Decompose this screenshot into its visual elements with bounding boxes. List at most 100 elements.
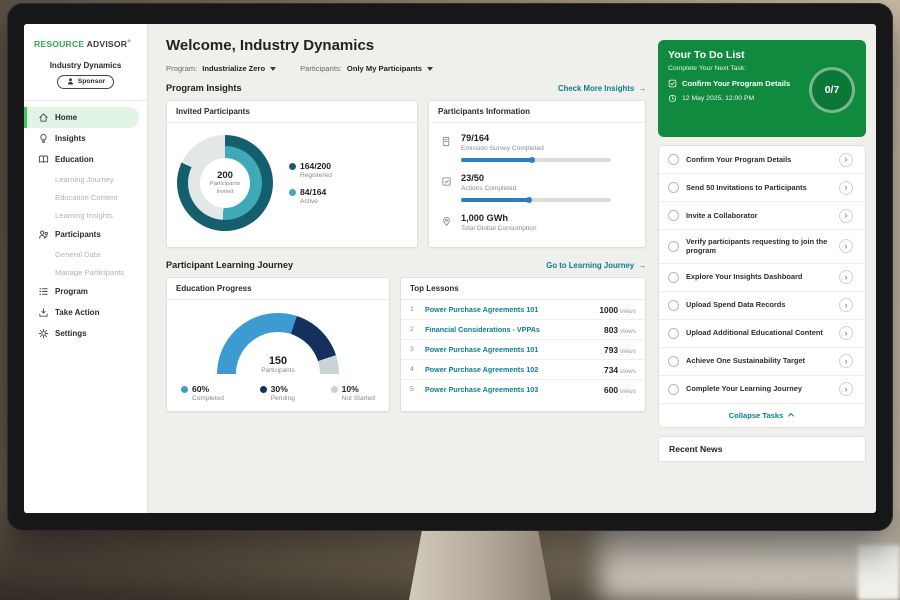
sidebar-item-general-data[interactable]: General Data	[24, 245, 147, 263]
lesson-link[interactable]: Power Purchase Agreements 101	[425, 305, 592, 314]
donut-center-value: 200	[217, 170, 233, 181]
chevron-right-icon[interactable]: ›	[839, 239, 853, 253]
chevron-right-icon[interactable]: ›	[839, 326, 853, 340]
task-row-send-invitations[interactable]: Send 50 Invitations to Participants ›	[659, 174, 865, 202]
task-row-achieve-target[interactable]: Achieve One Sustainability Target ›	[659, 348, 865, 376]
task-checkbox[interactable]	[668, 154, 679, 165]
lesson-row[interactable]: 2 Financial Considerations - VPPAs 803vi…	[401, 320, 645, 340]
task-row-explore-insights[interactable]: Explore Your Insights Dashboard ›	[659, 264, 865, 292]
sidebar-item-insights[interactable]: Insights	[24, 128, 147, 149]
clock-icon	[668, 94, 677, 103]
sidebar-item-participants[interactable]: Participants	[24, 224, 147, 245]
top-lessons-card: Top Lessons 1 Power Purchase Agreements …	[400, 277, 646, 412]
task-row-complete-learning-journey[interactable]: Complete Your Learning Journey ›	[659, 376, 865, 404]
monitor-frame: RESOURCE ADVISOR+ Industry Dynamics Spon…	[7, 3, 893, 531]
sidebar-item-label: Insights	[55, 134, 86, 143]
check-more-insights-link[interactable]: Check More Insights →	[558, 84, 646, 93]
collapse-tasks-button[interactable]: Collapse Tasks	[659, 404, 865, 427]
sidebar-item-take-action[interactable]: Take Action	[24, 302, 147, 323]
lightbulb-icon	[38, 133, 49, 144]
section-title: Participant Learning Journey	[166, 260, 293, 270]
sidebar-item-settings[interactable]: Settings	[24, 323, 147, 344]
monitor-stand	[409, 531, 551, 600]
org-block: Industry Dynamics Sponsor	[24, 58, 147, 102]
book-icon	[38, 154, 49, 165]
logo-text-secondary: ADVISOR	[87, 39, 128, 49]
participants-select[interactable]: Only My Participants	[347, 64, 433, 73]
card-title: Participants Information	[429, 101, 645, 123]
task-checkbox[interactable]	[668, 272, 679, 283]
lesson-link[interactable]: Power Purchase Agreements 101	[425, 345, 597, 354]
chevron-right-icon[interactable]: ›	[839, 270, 853, 284]
arrow-right-icon: →	[638, 261, 646, 270]
lessons-list: 1 Power Purchase Agreements 101 1000view…	[401, 300, 645, 399]
task-checkbox[interactable]	[668, 384, 679, 395]
legend-item-not-started: 10% Not Started	[331, 384, 375, 402]
person-icon	[66, 77, 75, 86]
donut-legend: 164/200 Registered 84/164 Active	[289, 153, 332, 213]
program-insights-header: Program Insights Check More Insights →	[166, 83, 646, 93]
participants-information-card: Participants Information 79/164 Emission…	[428, 100, 646, 248]
checklist-icon	[441, 173, 453, 202]
task-row-confirm-program[interactable]: Confirm Your Program Details ›	[659, 146, 865, 174]
sidebar-item-education-content[interactable]: Education Content	[24, 188, 147, 206]
sidebar-item-learning-journey[interactable]: Learning Journey	[24, 170, 147, 188]
lesson-row[interactable]: 1 Power Purchase Agreements 101 1000view…	[401, 300, 645, 320]
recent-news-header: Recent News	[658, 436, 866, 462]
program-select[interactable]: Industrialize Zero	[202, 64, 276, 73]
todo-task-list: Confirm Your Program Details › Send 50 I…	[658, 145, 866, 428]
education-gauge: 150 Participants	[217, 313, 339, 374]
lesson-row[interactable]: 3 Power Purchase Agreements 101 793views	[401, 340, 645, 360]
logo-text-primary: RESOURCE	[34, 39, 84, 49]
chevron-right-icon[interactable]: ›	[839, 209, 853, 223]
program-filter: Program: Industrialize Zero	[166, 64, 276, 73]
lesson-link[interactable]: Power Purchase Agreements 103	[425, 385, 597, 394]
lesson-row[interactable]: 5 Power Purchase Agreements 103 600views	[401, 380, 645, 399]
meter-icon	[441, 133, 453, 162]
task-checkbox[interactable]	[668, 241, 679, 252]
chevron-right-icon[interactable]: ›	[839, 298, 853, 312]
progress-bar	[461, 198, 611, 202]
chevron-right-icon[interactable]: ›	[839, 354, 853, 368]
task-checkbox[interactable]	[668, 210, 679, 221]
chevron-right-icon[interactable]: ›	[839, 382, 853, 396]
sidebar-item-program[interactable]: Program	[24, 281, 147, 302]
sidebar-item-education[interactable]: Education	[24, 149, 147, 170]
chevron-right-icon[interactable]: ›	[839, 153, 853, 167]
sidebar-item-label: Home	[55, 113, 77, 122]
invited-card-body: 200 Participants Invited 164/200	[167, 123, 417, 243]
invited-participants-donut: 200 Participants Invited	[177, 135, 273, 231]
stat-global-consumption: 1,000 GWh Total Global Consumption	[441, 213, 633, 232]
sidebar-item-label: Take Action	[55, 308, 99, 317]
sidebar-item-manage-participants[interactable]: Manage Participants	[24, 263, 147, 281]
task-row-verify-participants[interactable]: Verify participants requesting to join t…	[659, 230, 865, 264]
task-checkbox[interactable]	[668, 300, 679, 311]
lesson-row[interactable]: 4 Power Purchase Agreements 102 734views	[401, 360, 645, 380]
education-card-body: 150 Participants 60%	[167, 300, 389, 411]
chevron-right-icon[interactable]: ›	[839, 181, 853, 195]
task-checkbox[interactable]	[668, 182, 679, 193]
lesson-link[interactable]: Financial Considerations - VPPAs	[425, 325, 597, 334]
info-card-body: 79/164 Emission Survey Completed 23/50 A…	[429, 123, 645, 247]
page-title: Welcome, Industry Dynamics	[166, 37, 646, 54]
task-row-upload-spend-data[interactable]: Upload Spend Data Records ›	[659, 292, 865, 320]
lesson-link[interactable]: Power Purchase Agreements 102	[425, 365, 597, 374]
task-checkbox[interactable]	[668, 328, 679, 339]
stat-emission-survey: 79/164 Emission Survey Completed	[441, 133, 633, 162]
task-row-upload-educational-content[interactable]: Upload Additional Educational Content ›	[659, 320, 865, 348]
todo-progress-ring: 0/7	[809, 67, 855, 113]
donut-center: 200 Participants Invited	[200, 158, 250, 208]
education-progress-card: Education Progress 150 Participants	[166, 277, 390, 412]
sidebar: RESOURCE ADVISOR+ Industry Dynamics Spon…	[24, 24, 148, 513]
participants-filter: Participants: Only My Participants	[300, 64, 433, 73]
go-to-learning-journey-link[interactable]: Go to Learning Journey →	[546, 261, 646, 270]
legend-dot	[181, 386, 188, 393]
main-content: Welcome, Industry Dynamics Program: Indu…	[148, 24, 658, 513]
task-row-invite-collaborator[interactable]: Invite a Collaborator ›	[659, 202, 865, 230]
legend-item-pending: 30% Pending	[260, 384, 295, 402]
sidebar-item-home[interactable]: Home	[24, 107, 139, 128]
program-insights-cards: Invited Participants 200 Participants In…	[166, 100, 646, 248]
sidebar-item-learning-insights[interactable]: Learning Insights	[24, 206, 147, 224]
task-checkbox[interactable]	[668, 356, 679, 367]
app-window: RESOURCE ADVISOR+ Industry Dynamics Spon…	[24, 24, 876, 513]
